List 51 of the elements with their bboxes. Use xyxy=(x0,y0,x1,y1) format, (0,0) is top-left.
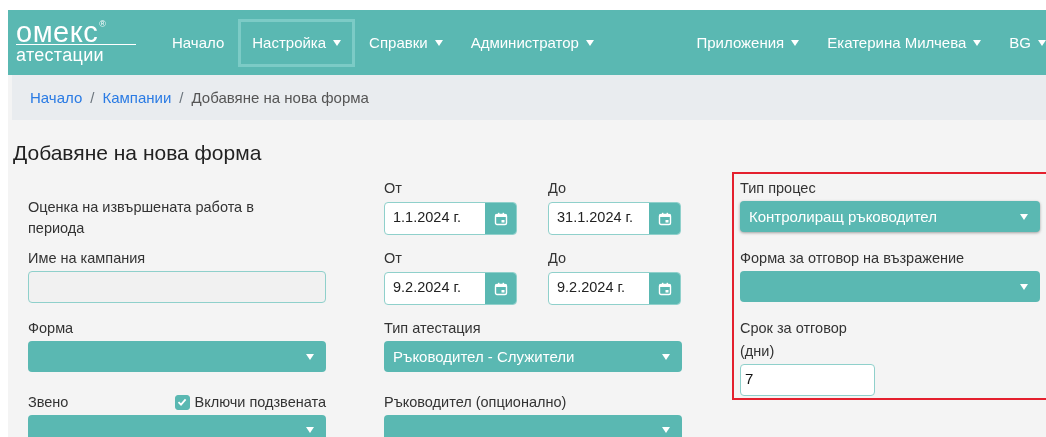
nav-menu-item[interactable]: Екатерина Милчева xyxy=(813,18,996,67)
nav-menu-item[interactable]: Настройка xyxy=(238,18,356,67)
nav-menu-item[interactable]: Начало xyxy=(158,18,239,67)
response-days-field[interactable]: 7 xyxy=(740,364,875,396)
registered-mark: ® xyxy=(99,20,106,29)
field-label: Оценка на извършената работа в периода xyxy=(28,198,255,238)
field-label: Звено xyxy=(28,393,69,412)
checkmark-icon xyxy=(176,396,188,408)
calendar-icon[interactable] xyxy=(485,203,516,234)
date-field[interactable]: 1.1.2024 г. xyxy=(384,202,517,235)
field-label: До xyxy=(548,179,568,198)
breadcrumb-link[interactable]: Кампании xyxy=(102,89,172,106)
field-label: От xyxy=(384,249,403,268)
field-label: Срок за отговор xyxy=(740,319,848,338)
logo[interactable]: омекс® атестации xyxy=(16,20,136,65)
checkbox-label: Включи подзвената xyxy=(194,393,326,412)
nav-menu-item[interactable]: Приложения xyxy=(682,18,814,67)
field-label: Тип атестация xyxy=(384,319,482,338)
breadcrumb-link[interactable]: Начало xyxy=(30,89,83,106)
unit-label: (дни) xyxy=(740,342,776,361)
nav-menu-item[interactable]: BG xyxy=(995,18,1046,67)
nav-menu-item[interactable]: Справки xyxy=(355,18,457,67)
caret-icon xyxy=(662,353,670,360)
logo-product: атестации xyxy=(16,45,105,65)
caret-icon xyxy=(1020,283,1028,290)
logo-brand: омекс xyxy=(16,20,99,44)
field-label: От xyxy=(384,179,403,198)
breadcrumb-separator: / xyxy=(90,89,95,106)
attestation-type-select[interactable]: Ръководител - Служители xyxy=(384,341,682,372)
caret-icon xyxy=(306,353,314,360)
field-label: Тип процес xyxy=(740,179,817,198)
process-type-select[interactable]: Контролиращ ръководител xyxy=(740,201,1040,232)
page-title: Добавяне на нова форма xyxy=(13,140,263,166)
field-label: До xyxy=(548,249,568,268)
caret-icon xyxy=(662,427,670,433)
calendar-icon[interactable] xyxy=(485,273,516,304)
date-field[interactable]: 9.2.2024 г. xyxy=(384,272,517,305)
field-label: Форма xyxy=(28,319,75,338)
checkbox[interactable] xyxy=(174,394,190,410)
breadcrumb-current: Добавяне на нова форма xyxy=(191,89,369,106)
breadcrumb-separator: / xyxy=(179,89,184,106)
calendar-icon[interactable] xyxy=(649,203,680,234)
field-label: Име на кампания xyxy=(28,249,147,268)
calendar-icon[interactable] xyxy=(649,273,680,304)
field-label: Ръководител (опционално) xyxy=(384,393,567,412)
caret-icon xyxy=(306,427,314,433)
caret-icon xyxy=(1020,213,1028,220)
nav-menu-item[interactable]: Администратор xyxy=(456,18,608,67)
date-field[interactable]: 9.2.2024 г. xyxy=(548,272,681,305)
date-field[interactable]: 31.1.2024 г. xyxy=(548,202,681,235)
field-label: Форма за отговор на възражение xyxy=(740,249,966,268)
